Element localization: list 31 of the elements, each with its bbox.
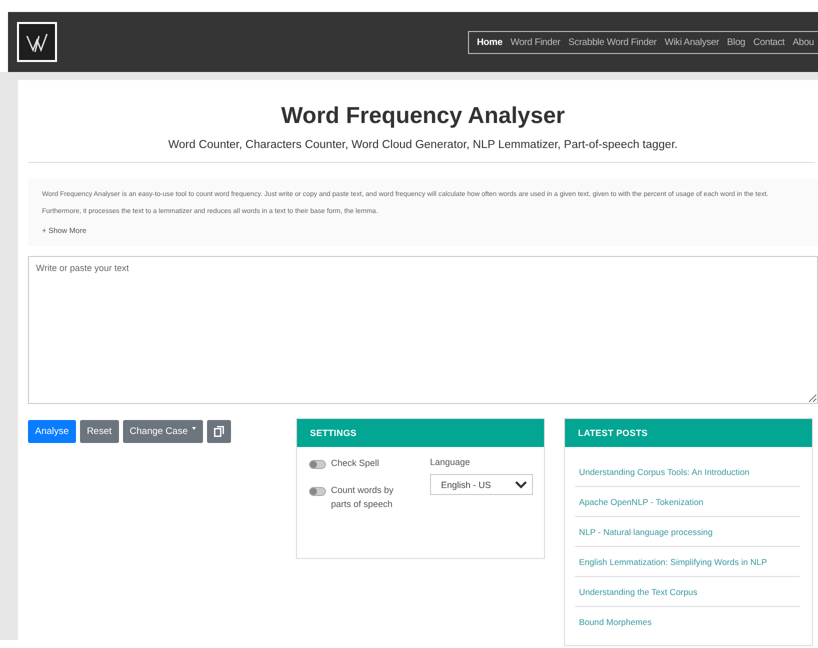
nav-link[interactable]: Abou <box>788 34 818 50</box>
page-subtitle: Word Counter, Characters Counter, Word Cloud Generator, NLP Lemmatizer, Part-of-speech tagger. <box>167 139 679 151</box>
panel-heading: LATEST POSTS <box>565 419 812 447</box>
text-input-field[interactable]: Write or paste your text <box>28 256 818 404</box>
logo-icon[interactable] <box>17 22 57 62</box>
language-select[interactable]: English - US <box>430 474 533 495</box>
change-case-button[interactable]: Change Case <box>122 420 203 443</box>
reset-button[interactable]: Reset <box>80 420 119 443</box>
nav-link[interactable]: Word Finder <box>506 34 564 50</box>
nav-link[interactable]: Scrabble Word Finder <box>564 34 661 50</box>
chevron-icon <box>515 480 527 488</box>
panel-heading: SETTINGS <box>297 419 544 447</box>
copy-icon <box>214 426 224 437</box>
post-link[interactable]: Understanding Corpus Tools: An Introduction <box>579 467 750 477</box>
nav-link[interactable]: Blog <box>723 34 750 50</box>
language-label: Language <box>430 457 472 467</box>
toggle-switch[interactable] <box>309 460 326 469</box>
toggle-switch[interactable] <box>309 487 326 496</box>
post-link[interactable]: Bound Morphemes <box>579 617 652 627</box>
analyse-button[interactable]: Analyse <box>28 420 76 443</box>
post-link[interactable]: Apache OpenNLP - Tokenization <box>579 497 704 507</box>
toggle-label: Count words by parts of speech <box>331 484 395 511</box>
page-title: Word Frequency Analyser <box>280 101 566 129</box>
post-link[interactable]: English Lemmatization: Simplifying Words in NLP <box>579 557 768 567</box>
nav-link[interactable]: Home <box>472 34 506 50</box>
nav-link[interactable]: Wiki Analyser <box>660 34 724 50</box>
post-link[interactable]: NLP - Natural language processing <box>579 527 713 537</box>
post-link[interactable]: Understanding the Text Corpus <box>579 587 698 597</box>
copy-button[interactable] <box>206 420 231 443</box>
toggle-label: Check Spell <box>331 457 380 470</box>
nav-link[interactable]: Contact <box>749 34 789 50</box>
